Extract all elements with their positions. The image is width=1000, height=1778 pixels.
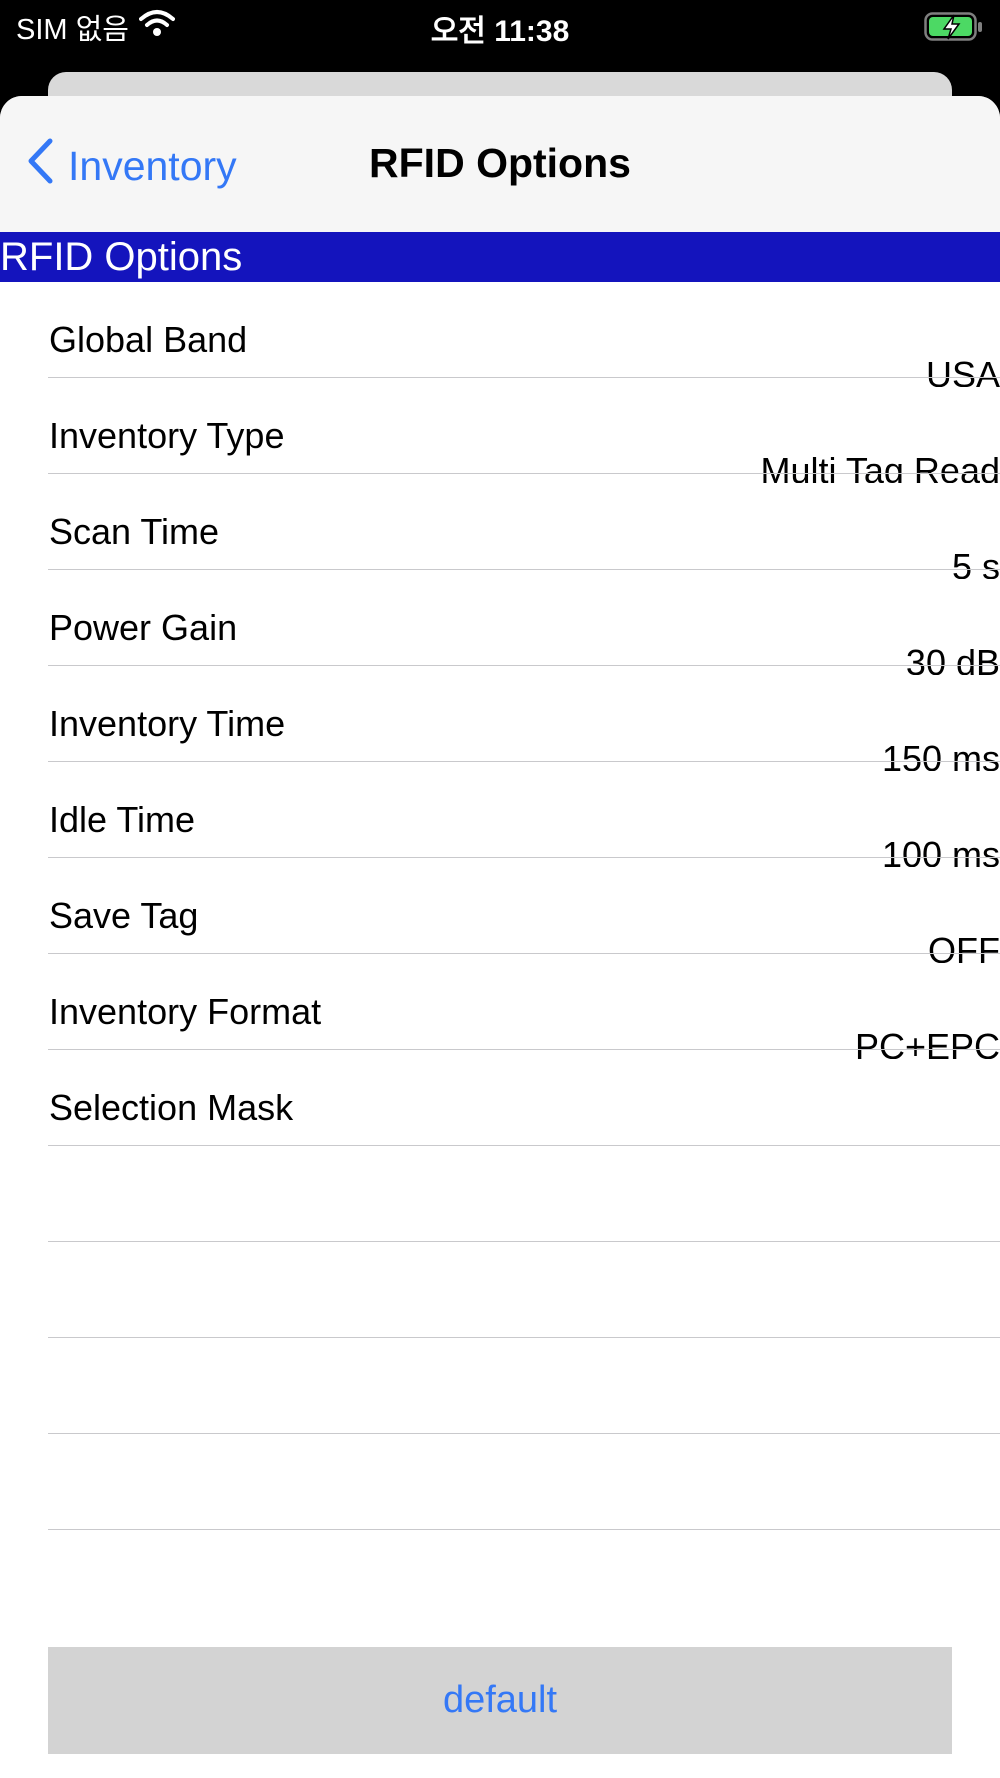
option-label: Inventory Type bbox=[49, 415, 285, 456]
page-title: RFID Options bbox=[369, 140, 631, 186]
default-button[interactable]: default bbox=[48, 1647, 952, 1754]
option-row-global-band[interactable]: Global Band USA bbox=[0, 282, 1000, 387]
option-row-inventory-format[interactable]: Inventory Format PC+EPC bbox=[0, 954, 1000, 1059]
option-label: Selection Mask bbox=[49, 1087, 294, 1128]
option-label: Idle Time bbox=[49, 799, 196, 840]
empty-row bbox=[0, 1338, 1000, 1434]
option-row-save-tag[interactable]: Save Tag OFF bbox=[0, 858, 1000, 963]
navigation-bar: Inventory RFID Options bbox=[0, 96, 1000, 232]
option-label: Global Band bbox=[49, 319, 248, 360]
empty-row bbox=[0, 1434, 1000, 1530]
status-time: 오전 11:38 bbox=[430, 15, 570, 48]
battery-charging-icon bbox=[924, 12, 984, 47]
empty-row bbox=[0, 1146, 1000, 1242]
option-label: Inventory Time bbox=[49, 703, 286, 744]
options-list: Global Band USA Inventory Type Multi Tag… bbox=[0, 282, 1000, 1530]
option-label: Power Gain bbox=[49, 607, 238, 648]
option-label: Save Tag bbox=[49, 895, 199, 936]
options-sheet: Inventory RFID Options RFID Options Glob… bbox=[0, 96, 1000, 1778]
option-row-power-gain[interactable]: Power Gain 30 dB bbox=[0, 570, 1000, 675]
row-separator bbox=[48, 1529, 1000, 1530]
option-row-inventory-time[interactable]: Inventory Time 150 ms bbox=[0, 666, 1000, 771]
empty-row bbox=[0, 1242, 1000, 1338]
option-row-scan-time[interactable]: Scan Time 5 s bbox=[0, 474, 1000, 579]
option-label: Inventory Format bbox=[49, 991, 322, 1032]
option-row-idle-time[interactable]: Idle Time 100 ms bbox=[0, 762, 1000, 867]
section-header: RFID Options bbox=[0, 232, 1000, 282]
option-label: Scan Time bbox=[49, 511, 220, 552]
option-row-inventory-type[interactable]: Inventory Type Multi Tag Read bbox=[0, 378, 1000, 483]
option-row-selection-mask[interactable]: Selection Mask bbox=[0, 1050, 1000, 1146]
status-bar: SIM 없음 오전 11:38 bbox=[0, 0, 1000, 60]
